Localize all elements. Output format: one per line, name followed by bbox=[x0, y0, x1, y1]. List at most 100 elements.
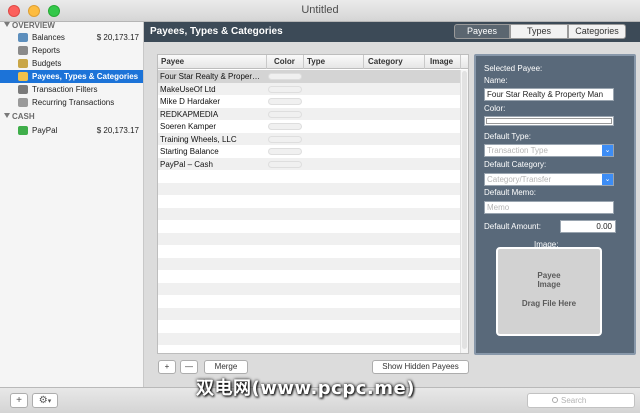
main-content: Payees, Types & Categories Payees Types … bbox=[144, 22, 640, 387]
dropzone-subtitle: Image bbox=[537, 280, 561, 289]
payee-image-dropzone[interactable]: Payee Image Drag File Here bbox=[496, 247, 602, 336]
tab-categories[interactable]: Categories bbox=[568, 24, 626, 39]
payee-name-field[interactable]: Four Star Realty & Property Man bbox=[484, 88, 614, 101]
table-scrollbar[interactable] bbox=[460, 70, 468, 353]
payee-name-cell: Mike D Hardaker bbox=[160, 97, 221, 106]
sidebar-item-paypal[interactable]: PayPal $ 20,173.17 bbox=[0, 124, 143, 137]
payee-color-swatch[interactable] bbox=[268, 160, 302, 168]
column-header-category[interactable]: Category bbox=[368, 57, 403, 66]
table-row[interactable] bbox=[158, 270, 461, 283]
table-row[interactable] bbox=[158, 332, 461, 345]
column-header-type[interactable]: Type bbox=[307, 57, 325, 66]
table-row[interactable] bbox=[158, 182, 461, 195]
table-row[interactable] bbox=[158, 257, 461, 270]
table-row[interactable]: Soeren Kamper bbox=[158, 120, 461, 133]
add-account-button[interactable]: + bbox=[10, 393, 28, 408]
disclosure-triangle-icon bbox=[4, 113, 10, 118]
default-amount-field[interactable]: 0.00 bbox=[560, 220, 616, 233]
merge-button[interactable]: Merge bbox=[204, 360, 248, 374]
table-row[interactable] bbox=[158, 345, 461, 353]
title-bar: Untitled bbox=[0, 0, 640, 22]
default-memo-field[interactable]: Memo bbox=[484, 201, 614, 214]
default-category-select[interactable]: Category/Transfer ⌄ bbox=[484, 173, 614, 186]
table-row[interactable] bbox=[158, 207, 461, 220]
payee-color-swatch[interactable] bbox=[268, 123, 302, 130]
payees-table: Payee Color Type Category Image Four Sta… bbox=[157, 54, 469, 354]
table-row[interactable] bbox=[158, 295, 461, 308]
table-row[interactable] bbox=[158, 320, 461, 333]
search-field[interactable]: Search bbox=[527, 393, 635, 408]
table-row[interactable] bbox=[158, 307, 461, 320]
sidebar-item-balances[interactable]: Balances $ 20,173.17 bbox=[0, 31, 143, 44]
chevron-down-icon: ▾ bbox=[47, 398, 52, 405]
table-row[interactable] bbox=[158, 245, 461, 258]
payee-color-swatch[interactable] bbox=[268, 110, 302, 118]
table-row[interactable]: Training Wheels, LLC bbox=[158, 132, 461, 145]
payee-name-cell: PayPal – Cash bbox=[160, 159, 213, 169]
payee-name-cell: Starting Balance bbox=[160, 147, 219, 156]
payees-icon bbox=[18, 72, 28, 81]
add-payee-button[interactable]: + bbox=[158, 360, 176, 374]
payee-color-swatch[interactable] bbox=[268, 85, 302, 93]
default-memo-label: Default Memo: bbox=[484, 188, 537, 197]
sidebar-section-cash[interactable]: CASH bbox=[4, 112, 35, 121]
table-row[interactable]: PayPal – Cash bbox=[158, 157, 461, 170]
app-window: Untitled OVERVIEW Balances $ 20,173.17 R… bbox=[0, 0, 640, 413]
paypal-icon bbox=[18, 126, 28, 135]
sidebar-item-transaction-filters[interactable]: Transaction Filters bbox=[0, 83, 143, 96]
payee-name-cell: Four Star Realty & Proper… bbox=[160, 72, 261, 81]
scrollbar-thumb[interactable] bbox=[462, 71, 467, 349]
column-header-image[interactable]: Image bbox=[430, 57, 453, 66]
dropzone-title: Payee bbox=[537, 271, 561, 280]
panel-heading: Selected Payee: bbox=[484, 64, 543, 73]
show-hidden-payees-button[interactable]: Show Hidden Payees bbox=[372, 360, 469, 374]
payee-name-cell: REDKAPMEDIA bbox=[160, 109, 219, 119]
sidebar-item-payees-types-categories[interactable]: Payees, Types & Categories bbox=[0, 70, 143, 83]
main-header: Payees, Types & Categories Payees Types … bbox=[144, 22, 640, 42]
search-icon bbox=[552, 397, 558, 403]
tab-types[interactable]: Types bbox=[510, 24, 568, 39]
table-row[interactable]: REDKAPMEDIA bbox=[158, 107, 461, 120]
table-row[interactable] bbox=[158, 232, 461, 245]
table-row[interactable] bbox=[158, 170, 461, 183]
window-title: Untitled bbox=[301, 4, 339, 16]
sidebar-item-recurring-transactions[interactable]: Recurring Transactions bbox=[0, 96, 143, 109]
sidebar-item-reports[interactable]: Reports bbox=[0, 44, 143, 57]
default-category-label: Default Category: bbox=[484, 160, 547, 169]
default-type-select[interactable]: Transaction Type ⌄ bbox=[484, 144, 614, 157]
page-title: Payees, Types & Categories bbox=[150, 26, 283, 37]
name-label: Name: bbox=[484, 76, 508, 85]
gear-icon: ⚙ bbox=[38, 395, 48, 406]
chevron-updown-icon: ⌄ bbox=[602, 145, 613, 156]
remove-payee-button[interactable]: — bbox=[180, 360, 198, 374]
payee-color-swatch[interactable] bbox=[268, 135, 302, 143]
payee-name-cell: Training Wheels, LLC bbox=[160, 134, 237, 144]
table-row[interactable]: MakeUseOf Ltd bbox=[158, 82, 461, 95]
sidebar-item-budgets[interactable]: Budgets bbox=[0, 57, 143, 70]
table-row[interactable]: Four Star Realty & Proper… bbox=[158, 70, 461, 83]
payee-color-swatch[interactable] bbox=[268, 98, 302, 105]
filter-icon bbox=[18, 85, 28, 94]
chevron-updown-icon: ⌄ bbox=[602, 174, 613, 185]
payee-color-swatch[interactable] bbox=[268, 73, 302, 80]
default-type-label: Default Type: bbox=[484, 132, 531, 141]
sidebar-section-overview[interactable]: OVERVIEW bbox=[4, 21, 55, 30]
color-well[interactable] bbox=[484, 116, 614, 126]
watermark-text: 双电网(www.pcpc.me) bbox=[196, 378, 415, 399]
table-row[interactable]: Starting Balance bbox=[158, 145, 461, 158]
payee-name-cell: Soeren Kamper bbox=[160, 122, 217, 131]
payee-name-cell: MakeUseOf Ltd bbox=[160, 84, 216, 94]
budgets-icon bbox=[18, 59, 28, 68]
column-header-color[interactable]: Color bbox=[274, 57, 295, 66]
table-row[interactable]: Mike D Hardaker bbox=[158, 95, 461, 108]
color-label: Color: bbox=[484, 104, 506, 113]
selected-payee-panel: Selected Payee: Name: Four Star Realty &… bbox=[474, 54, 636, 355]
table-row[interactable] bbox=[158, 195, 461, 208]
column-header-payee[interactable]: Payee bbox=[161, 57, 184, 66]
tab-payees[interactable]: Payees bbox=[454, 24, 510, 39]
table-row[interactable] bbox=[158, 220, 461, 233]
payee-color-swatch[interactable] bbox=[268, 148, 302, 155]
table-row[interactable] bbox=[158, 282, 461, 295]
gear-menu-button[interactable]: ⚙▾ bbox=[32, 393, 58, 408]
sidebar: OVERVIEW Balances $ 20,173.17 Reports Bu… bbox=[0, 21, 144, 387]
